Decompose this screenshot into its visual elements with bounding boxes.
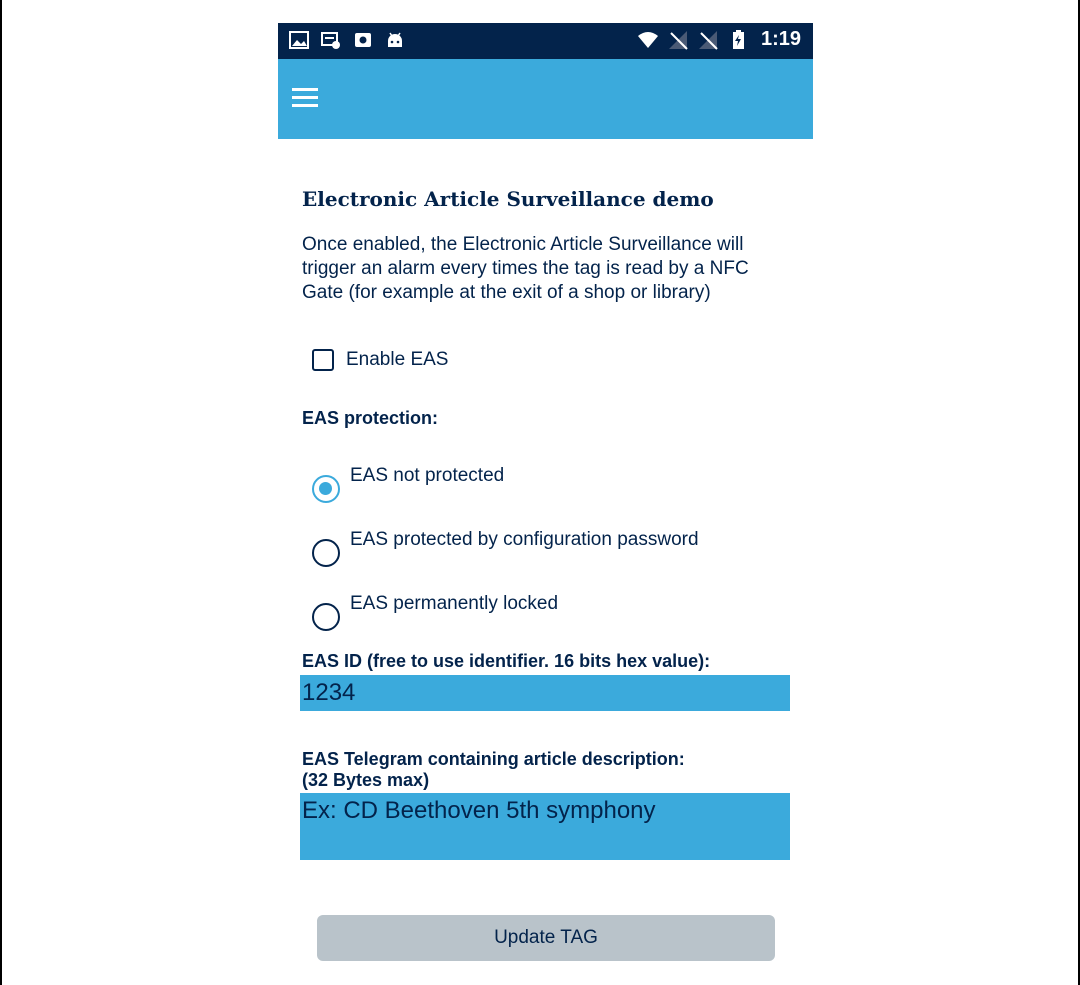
telegram-label-line2: (32 Bytes max) xyxy=(302,770,430,790)
eas-protection-label: EAS protection: xyxy=(302,408,439,428)
page-title: Electronic Article Surveillance demo xyxy=(302,187,714,211)
app-bar xyxy=(278,59,813,139)
update-tag-button[interactable]: Update TAG xyxy=(317,915,775,961)
hamburger-menu-icon[interactable] xyxy=(292,85,332,115)
photo-icon xyxy=(355,33,371,47)
image-icon xyxy=(289,31,309,49)
telegram-textarea[interactable] xyxy=(300,793,790,860)
enable-eas-checkbox[interactable] xyxy=(312,349,334,371)
radio-button[interactable] xyxy=(312,539,340,567)
radio-eas-permanently-locked[interactable]: EAS permanently locked xyxy=(312,593,558,631)
description-text: Once enabled, the Electronic Article Sur… xyxy=(302,234,749,303)
radio-label: EAS not protected xyxy=(350,465,505,486)
radio-button[interactable] xyxy=(312,603,340,631)
status-bar: 1:19 xyxy=(278,23,813,59)
radio-button-selected[interactable] xyxy=(312,475,340,503)
radio-label: EAS permanently locked xyxy=(350,593,559,614)
screen-share-icon xyxy=(321,32,340,49)
main-content: Electronic Article Surveillance demo Onc… xyxy=(278,139,813,985)
signal-off-icon xyxy=(668,30,688,50)
enable-eas-label: Enable EAS xyxy=(346,349,449,370)
radio-label: EAS protected by configuration password xyxy=(350,529,699,550)
status-bar-time: 1:19 xyxy=(760,28,801,50)
phone-screen: 1:19 Electronic Article Surveillance dem… xyxy=(278,23,813,985)
eas-id-label: EAS ID (free to use identifier. 16 bits … xyxy=(302,651,711,671)
enable-eas-checkbox-row[interactable]: Enable EAS xyxy=(312,349,448,371)
radio-eas-protected-by-password[interactable]: EAS protected by configuration password xyxy=(312,529,699,567)
status-bar-left-icons xyxy=(288,29,406,51)
battery-charging-icon xyxy=(732,29,744,49)
radio-eas-not-protected[interactable]: EAS not protected xyxy=(312,465,504,503)
eas-id-input[interactable] xyxy=(300,675,790,711)
status-bar-right-icons: 1:19 xyxy=(637,28,801,51)
wifi-icon xyxy=(637,31,658,48)
android-icon xyxy=(388,32,402,47)
signal-off-icon xyxy=(698,30,718,50)
telegram-label-line1: EAS Telegram containing article descript… xyxy=(302,749,685,769)
